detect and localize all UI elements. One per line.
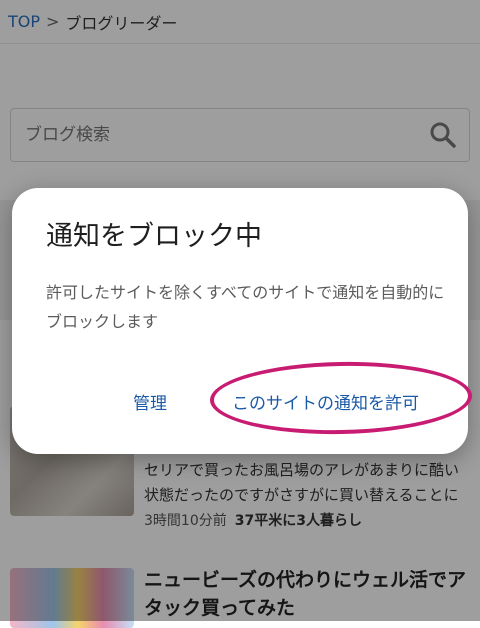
dialog-message: 許可したサイトを除くすべてのサイトで通知を自動的にブロックします <box>46 283 445 331</box>
allow-notifications-button[interactable]: このサイトの通知を許可 <box>232 389 419 414</box>
manage-button[interactable]: 管理 <box>133 389 167 414</box>
notification-blocked-dialog: 通知をブロック中 許可したサイトを除くすべてのサイトで通知を自動的にブロックしま… <box>12 188 473 454</box>
dialog-title: 通知をブロック中 <box>46 221 262 252</box>
